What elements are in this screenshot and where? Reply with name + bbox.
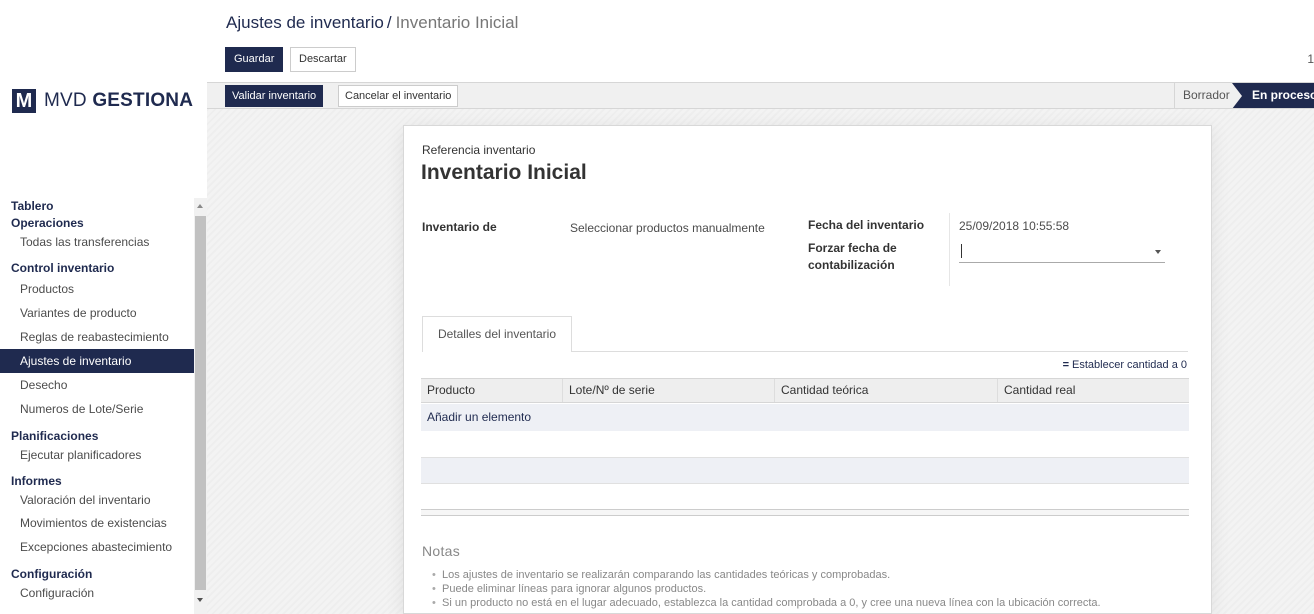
sidebar-section-planificaciones[interactable]: Planificaciones <box>0 428 194 445</box>
inventory-of-label: Inventario de <box>422 220 497 234</box>
equals-icon: = <box>1062 359 1070 371</box>
note-item: Los ajustes de inventario se realizarán … <box>432 568 1101 582</box>
note-item: Puede eliminar líneas para ignorar algun… <box>432 582 1101 596</box>
column-header-real-qty[interactable]: Cantidad real <box>997 379 1185 402</box>
sidebar-item-configuracion[interactable]: Configuración <box>0 583 194 604</box>
table-header: Producto Lote/Nº de serie Cantidad teóri… <box>421 378 1189 403</box>
set-quantity-zero-label: Establecer cantidad a 0 <box>1072 359 1187 371</box>
force-date-label-line1: Forzar fecha de <box>808 241 897 255</box>
sidebar-item-excepciones[interactable]: Excepciones abastecimiento <box>0 535 194 559</box>
sidebar-item-ajustes-inventario[interactable]: Ajustes de inventario <box>0 349 194 373</box>
notes-list: Los ajustes de inventario se realizarán … <box>432 568 1101 610</box>
reference-label: Referencia inventario <box>422 143 536 157</box>
sidebar-item-productos[interactable]: Productos <box>0 277 194 301</box>
sidebar-item-numeros-lote[interactable]: Numeros de Lote/Serie <box>0 397 194 421</box>
brand-logo[interactable]: M MVD GESTIONA <box>12 88 193 114</box>
inventory-date-value: 25/09/2018 10:55:58 <box>959 219 1070 233</box>
sidebar-section-configuracion[interactable]: Configuración <box>0 566 194 583</box>
sidebar-scrollbar[interactable] <box>194 198 207 614</box>
stage-draft[interactable]: Borrador <box>1174 83 1238 108</box>
text-cursor <box>961 244 962 258</box>
scrollbar-thumb[interactable] <box>195 216 206 590</box>
sidebar-item-reglas[interactable]: Reglas de reabastecimiento <box>0 325 194 349</box>
sidebar-item-movimientos[interactable]: Movimientos de existencias <box>0 511 194 535</box>
set-quantity-zero-link[interactable]: = Establecer cantidad a 0 <box>1063 359 1187 371</box>
force-date-label-line2: contabilización <box>808 258 895 272</box>
control-panel: Ajustes de inventario / Inventario Inicial… <box>207 0 1314 82</box>
sidebar-menu: Tablero Operaciones Todas las transferen… <box>0 198 194 604</box>
column-header-product[interactable]: Producto <box>421 379 562 402</box>
save-button[interactable]: Guardar <box>225 47 284 72</box>
breadcrumb: Ajustes de inventario / Inventario Inicial <box>226 13 518 33</box>
scroll-down-arrow-icon[interactable] <box>197 598 203 602</box>
column-header-theoretical-qty[interactable]: Cantidad teórica <box>774 379 997 402</box>
sidebar-item-variantes[interactable]: Variantes de producto <box>0 301 194 325</box>
stage-in-progress[interactable]: En proceso <box>1232 83 1314 108</box>
sidebar-section-informes[interactable]: Informes <box>0 473 194 490</box>
sidebar-item-todas-transferencias[interactable]: Todas las transferencias <box>0 232 194 253</box>
force-date-select[interactable] <box>959 241 1165 263</box>
column-header-lot[interactable]: Lote/Nº de serie <box>562 379 774 402</box>
notes-title: Notas <box>422 543 461 559</box>
logo-mark-icon: M <box>12 89 36 113</box>
breadcrumb-current: Inventario Inicial <box>395 13 519 32</box>
table-row <box>421 457 1189 484</box>
inventory-title: Inventario Inicial <box>421 161 587 184</box>
breadcrumb-parent-link[interactable]: Ajustes de inventario <box>226 13 384 32</box>
statusbar: Validar inventario Cancelar el inventari… <box>207 82 1314 109</box>
inventory-of-value: Seleccionar productos manualmente <box>570 221 765 235</box>
sidebar-section-operaciones[interactable]: Operaciones <box>0 215 194 232</box>
sidebar-section-tablero[interactable]: Tablero <box>0 198 194 215</box>
validate-inventory-button[interactable]: Validar inventario <box>225 85 324 107</box>
tab-inventory-details[interactable]: Detalles del inventario <box>422 316 572 352</box>
inventory-date-label: Fecha del inventario <box>808 218 925 232</box>
breadcrumb-separator: / <box>386 13 392 32</box>
table-footer <box>421 509 1189 516</box>
sidebar-section-control-inventario[interactable]: Control inventario <box>0 260 194 277</box>
field-separator <box>949 213 950 286</box>
logo-text-regular: MVD <box>44 90 93 111</box>
cancel-inventory-button[interactable]: Cancelar el inventario <box>338 85 459 107</box>
sidebar: M MVD GESTIONA Tablero Operaciones Todas… <box>0 0 207 614</box>
discard-button[interactable]: Descartar <box>290 47 356 72</box>
pager-value: 1 <box>1307 52 1314 66</box>
scroll-up-arrow-icon[interactable] <box>197 204 203 208</box>
add-line-link[interactable]: Añadir un elemento <box>421 404 1189 431</box>
sidebar-item-valoracion[interactable]: Valoración del inventario <box>0 490 194 511</box>
logo-text: MVD GESTIONA <box>44 90 193 112</box>
dropdown-arrow-icon[interactable] <box>1155 250 1161 254</box>
logo-text-bold: GESTIONA <box>92 90 194 111</box>
note-item: Si un producto no está en el lugar adecu… <box>432 596 1101 610</box>
sidebar-item-desecho[interactable]: Desecho <box>0 373 194 397</box>
form-sheet: Referencia inventario Inventario Inicial… <box>403 125 1212 614</box>
sidebar-item-ejecutar-planificadores[interactable]: Ejecutar planificadores <box>0 445 194 466</box>
